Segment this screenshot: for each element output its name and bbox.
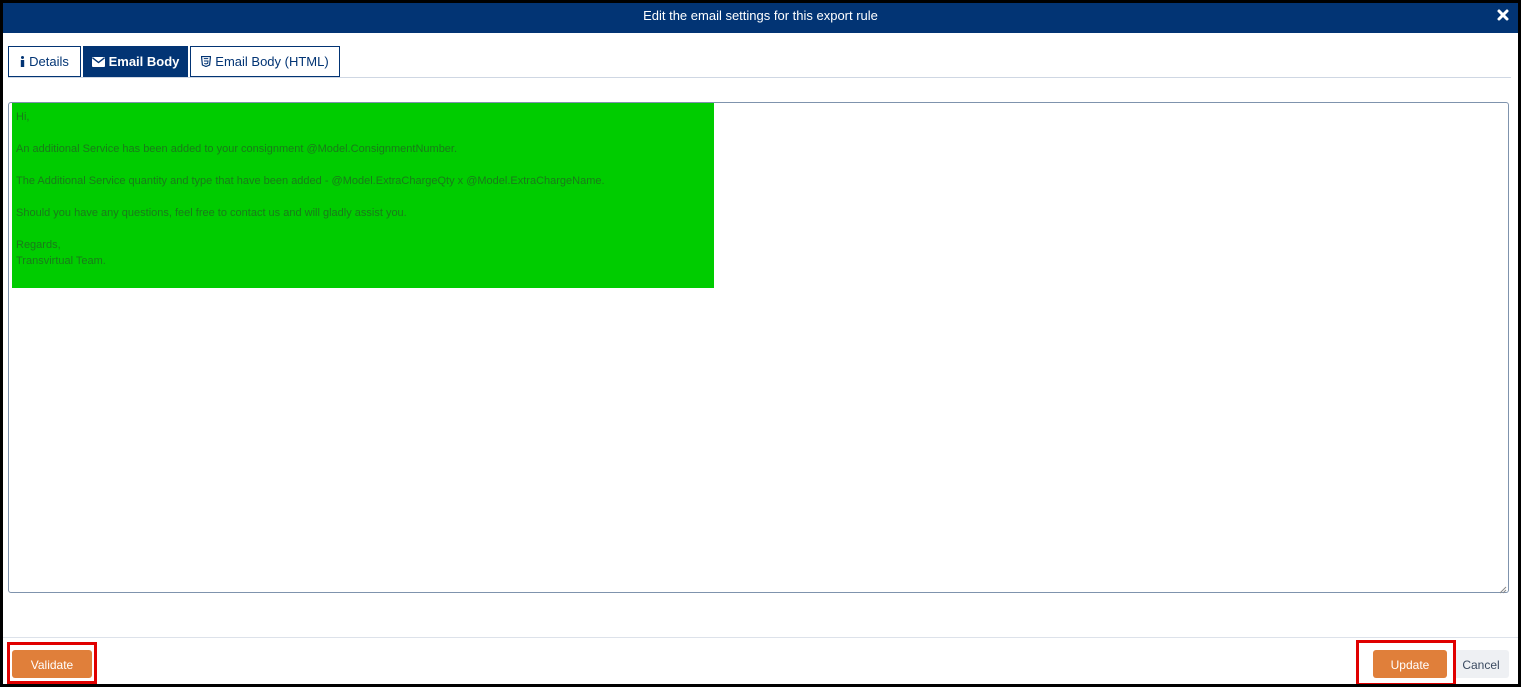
resize-grip-icon[interactable] <box>1497 581 1507 594</box>
tab-details[interactable]: Details <box>8 46 81 77</box>
tab-email-body-html[interactable]: Email Body (HTML) <box>190 46 340 77</box>
info-icon <box>20 48 25 77</box>
html5-icon <box>201 48 212 77</box>
email-line-greeting: Hi, <box>16 111 30 123</box>
email-line-regards: Regards, <box>16 239 61 251</box>
envelope-icon <box>91 48 105 77</box>
tab-label: Email Body <box>108 54 180 69</box>
cancel-button[interactable]: Cancel <box>1453 650 1509 678</box>
email-line-signature: Transvirtual Team. <box>16 255 106 267</box>
update-button[interactable]: Update <box>1373 650 1447 678</box>
close-icon[interactable] <box>1496 8 1510 22</box>
email-body-editor[interactable]: Hi, An additional Service has been added… <box>8 102 1509 594</box>
selected-text-highlight <box>12 103 714 288</box>
email-line-service-added: An additional Service has been added to … <box>16 143 458 155</box>
email-line-quantity-type: The Additional Service quantity and type… <box>16 175 605 187</box>
tab-divider <box>8 77 1511 78</box>
footer-divider <box>3 637 1518 638</box>
tab-email-body[interactable]: Email Body <box>83 46 188 77</box>
email-line-questions: Should you have any questions, feel free… <box>16 207 407 219</box>
email-settings-dialog: Edit the email settings for this export … <box>3 3 1518 684</box>
tab-label: Email Body (HTML) <box>215 54 329 69</box>
dialog-title: Edit the email settings for this export … <box>643 8 878 23</box>
dialog-titlebar: Edit the email settings for this export … <box>3 3 1518 33</box>
tab-label: Details <box>29 54 69 69</box>
validate-button[interactable]: Validate <box>12 650 92 678</box>
